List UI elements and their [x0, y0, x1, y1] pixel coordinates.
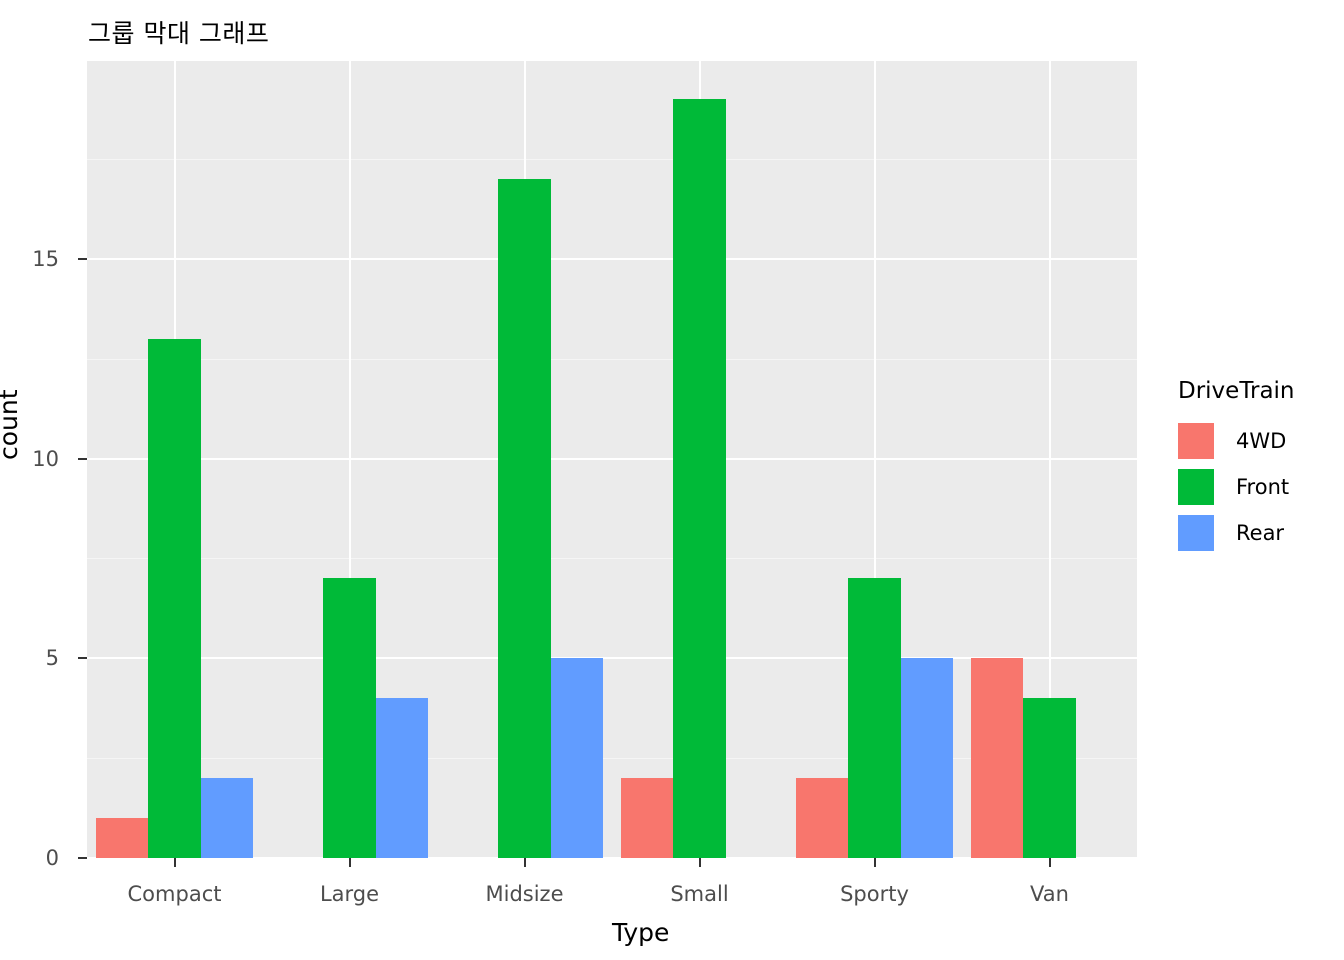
bar [148, 338, 201, 858]
legend-item-label: Rear [1236, 521, 1285, 545]
y-axis-title: count [0, 389, 23, 460]
x-tick-label: Van [1030, 882, 1069, 906]
bar [200, 778, 253, 858]
y-tick-label: 10 [32, 446, 59, 471]
legend-swatch-icon [1178, 469, 1214, 505]
y-tick-mark [78, 657, 87, 660]
legend-entries: 4WD Front Rear [1178, 418, 1338, 556]
x-tick-mark [698, 858, 701, 867]
bar [498, 178, 551, 858]
x-tick-mark [873, 858, 876, 867]
bar [848, 578, 901, 858]
x-tick-label: Compact [127, 882, 222, 906]
x-axis-title: Type [612, 918, 670, 947]
gridline-minor [87, 358, 1137, 360]
bar [673, 98, 726, 858]
y-tick-mark [78, 857, 87, 859]
bar [96, 818, 149, 858]
page-title: 그룹 막대 그래프 [88, 19, 270, 48]
bar [323, 578, 376, 858]
legend-item-front[interactable]: Front [1178, 464, 1338, 510]
legend-swatch-icon [1178, 423, 1214, 459]
bar [971, 658, 1024, 858]
bar [796, 778, 849, 858]
y-tick-label: 5 [45, 646, 59, 671]
x-tick-mark [523, 858, 526, 867]
legend-item-label: Front [1236, 475, 1290, 499]
legend-swatch-icon [1178, 515, 1214, 551]
bar [621, 778, 674, 858]
x-tick-mark [348, 858, 351, 867]
x-tick-mark [1048, 858, 1051, 867]
y-tick-mark [78, 457, 87, 460]
legend-title: DriveTrain [1178, 378, 1295, 404]
x-tick-label: Sporty [840, 882, 909, 906]
bar [1023, 698, 1076, 858]
bar [550, 658, 603, 858]
y-tick-mark [78, 257, 87, 260]
x-tick-label: Large [319, 882, 380, 906]
bar [375, 698, 428, 858]
x-tick-label: Midsize [485, 882, 564, 906]
y-tick-label: 0 [45, 846, 59, 870]
ggplot-chart-root: 그룹 막대 그래프 0 5 10 15 count Compact Large Midsi… [0, 0, 1344, 960]
x-tick-mark [173, 858, 176, 867]
x-tick-label: Small [670, 882, 729, 906]
bar [900, 658, 953, 858]
legend-item-label: 4WD [1236, 429, 1287, 453]
gridline-minor [87, 558, 1137, 560]
legend-item-4wd[interactable]: 4WD [1178, 418, 1338, 464]
gridline-minor [87, 158, 1137, 160]
legend: DriveTrain 4WD Front Rear [1178, 378, 1338, 556]
gridline-major [87, 257, 1137, 260]
gridline-major [87, 457, 1137, 460]
legend-item-rear[interactable]: Rear [1178, 510, 1338, 556]
y-tick-label: 15 [32, 246, 59, 271]
plot-panel [87, 61, 1137, 858]
